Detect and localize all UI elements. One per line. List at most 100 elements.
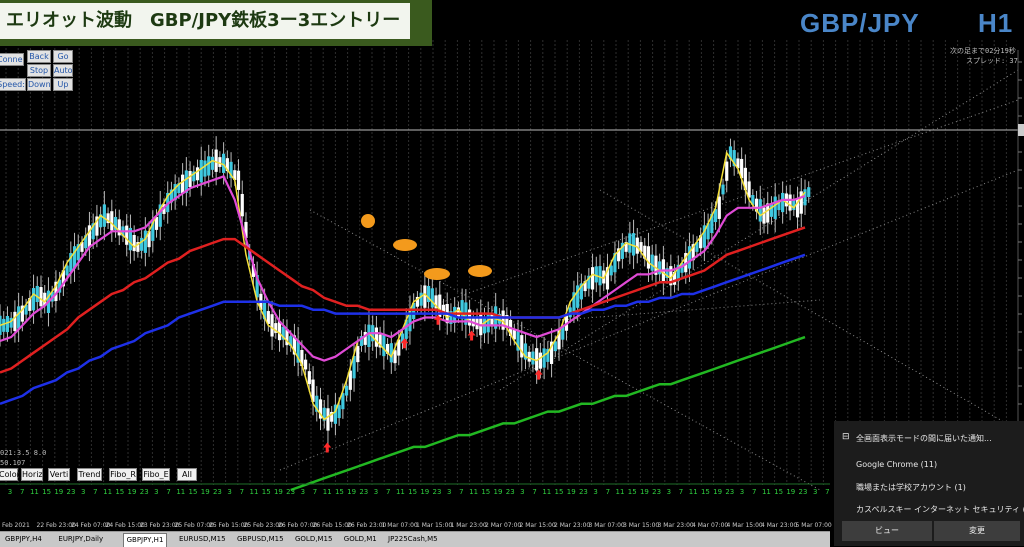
change-button[interactable]: 変更 <box>934 521 1020 541</box>
hour-label: 15 <box>335 488 344 496</box>
hour-label: 3 <box>374 488 378 496</box>
hour-label: 11 <box>176 488 185 496</box>
candle-body <box>367 324 371 347</box>
hour-label: 23 <box>799 488 808 496</box>
hour-label: 11 <box>762 488 771 496</box>
date-label: 2 Mar 23:00 <box>554 522 590 529</box>
hour-label: 19 <box>567 488 576 496</box>
date-label: Feb 2021 <box>2 522 30 529</box>
chart-tab[interactable]: GBPJPY,H4 <box>2 533 45 546</box>
back-button[interactable]: Back <box>27 50 51 63</box>
hour-label: 11 <box>250 488 259 496</box>
chart-tab[interactable]: GBPUSD,M15 <box>234 533 287 546</box>
hour-label: 23 <box>140 488 149 496</box>
next-bar-timer: 次の足まで02分19秒 <box>950 47 1016 55</box>
candle-body <box>725 161 729 181</box>
hour-label: 23 <box>67 488 76 496</box>
candle-body <box>326 408 330 431</box>
candle-body <box>538 352 542 369</box>
all-button[interactable]: All <box>177 468 197 481</box>
trend-button[interactable]: Trend <box>77 468 102 481</box>
candle-body <box>594 266 598 283</box>
date-label: 3 Mar 23:00 <box>658 522 694 529</box>
candle-body <box>236 170 241 190</box>
hour-label: 23 <box>725 488 734 496</box>
candle-body <box>419 292 423 306</box>
hour-label: 3 <box>227 488 231 496</box>
candle-body <box>646 246 651 269</box>
date-label: 3 Mar 15:00 <box>623 522 659 529</box>
hour-label: 23 <box>359 488 368 496</box>
hour-label: 3 <box>447 488 451 496</box>
orange-wave-mark <box>393 239 417 251</box>
hour-label: 15 <box>115 488 124 496</box>
hour-label: 15 <box>774 488 783 496</box>
chart-tab[interactable]: GOLD,M15 <box>292 533 335 546</box>
chart-tab[interactable]: GBPJPY,H1 <box>122 533 168 547</box>
speed-button[interactable]: Speed: 1 <box>0 78 26 91</box>
candle-body <box>769 203 774 217</box>
date-label: 2 Mar 15:00 <box>520 522 556 529</box>
candle-body <box>486 313 490 333</box>
down-button[interactable]: Down <box>27 78 51 91</box>
candle-body <box>218 157 222 167</box>
notification-item-work-account[interactable]: 職場または学校アカウント (1) <box>856 482 966 493</box>
candle-body <box>807 187 811 197</box>
candle-body <box>374 327 379 347</box>
candle-body <box>17 306 21 329</box>
candle-body <box>199 160 203 183</box>
chart-tabs: GBPJPY,H4 EURJPY,Daily GBPJPY,H1 EURUSD,M15… <box>0 531 830 547</box>
hour-label: 7 <box>240 488 244 496</box>
verti-button[interactable]: Verti <box>48 468 70 481</box>
horiz-button[interactable]: Horiz <box>21 468 43 481</box>
date-label: 1 Mar 23:00 <box>451 522 487 529</box>
candle-body <box>773 196 777 219</box>
connect-button[interactable]: Connect <box>0 53 24 66</box>
hour-label: 7 <box>459 488 463 496</box>
candle-body <box>337 405 341 419</box>
hour-label: 11 <box>542 488 551 496</box>
hour-label: 15 <box>701 488 710 496</box>
candle-body <box>304 359 308 370</box>
hour-label: 11 <box>469 488 478 496</box>
up-button[interactable]: Up <box>53 78 73 91</box>
candle-body <box>781 192 785 213</box>
hour-label: 11 <box>103 488 112 496</box>
hour-label: 23 <box>652 488 661 496</box>
fibo-r-button[interactable]: Fibo_R <box>109 468 137 481</box>
color-button[interactable]: Color <box>0 468 20 481</box>
hour-label: 15 <box>408 488 417 496</box>
candle-body <box>527 351 531 362</box>
date-label: 4 Mar 07:00 <box>692 522 728 529</box>
fibo-e-button[interactable]: Fibo_E <box>142 468 170 481</box>
notification-item-chrome[interactable]: Google Chrome (11) <box>856 460 937 469</box>
chart-tab[interactable]: EURUSD,M15 <box>176 533 229 546</box>
candle-body <box>125 225 129 245</box>
candle-body <box>65 265 69 276</box>
candle-body <box>344 385 349 396</box>
hour-label: 19 <box>420 488 429 496</box>
candle-body <box>207 156 211 176</box>
chart-tab[interactable]: JP225Cash,M5 <box>385 533 441 546</box>
candle-body <box>650 254 654 271</box>
stop-button[interactable]: Stop <box>27 64 51 77</box>
candle-body <box>631 233 636 256</box>
chart-tab[interactable]: GOLD,M1 <box>341 533 380 546</box>
hour-label: 15 <box>42 488 51 496</box>
notification-item-kaspersky[interactable]: カスペルスキー インターネット セキュリティ (1) <box>856 504 1024 515</box>
hour-label: 15 <box>189 488 198 496</box>
info-text-1: 021:3.5 8.0 <box>0 449 47 457</box>
date-label: 5 Mar 07:00 <box>796 522 832 529</box>
candle-body <box>423 285 427 308</box>
hour-label: 11 <box>396 488 405 496</box>
orange-wave-mark <box>424 268 450 280</box>
orange-wave-mark <box>361 214 375 228</box>
candle-body <box>590 267 595 290</box>
auto-button[interactable]: Auto <box>53 64 73 77</box>
go-button[interactable]: Go <box>53 50 73 63</box>
candle-body <box>270 314 274 337</box>
chart-tab[interactable]: EURJPY,Daily <box>55 533 106 546</box>
candle-body <box>758 199 762 222</box>
view-button[interactable]: ビュー <box>842 521 932 541</box>
hour-label: 15 <box>481 488 490 496</box>
